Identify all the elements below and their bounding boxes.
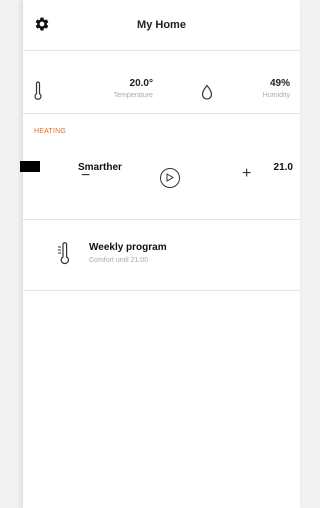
increase-temperature-button[interactable]: +	[242, 165, 251, 183]
sensor-panel: 20.0° Temperature 49% Humidity	[23, 51, 300, 114]
temperature-label: Temperature	[113, 92, 153, 99]
heating-section-label: HEATING	[34, 128, 66, 135]
thermometer-icon	[34, 81, 42, 100]
divider	[23, 219, 300, 220]
program-subtitle: Comfort until 21:00	[89, 257, 149, 264]
page-title: My Home	[137, 19, 186, 31]
program-title: Weekly program	[89, 242, 167, 253]
thermostat-program-icon	[58, 242, 69, 265]
humidity-label: Humidity	[262, 92, 290, 99]
weekly-program-row[interactable]: Weekly program Comfort until 21:00	[23, 238, 300, 272]
decrease-temperature-button[interactable]: −	[81, 167, 90, 185]
mode-play-button[interactable]	[160, 168, 180, 188]
humidity-value: 49%	[269, 78, 290, 89]
play-icon	[166, 173, 174, 182]
temperature-value: 20.0°	[129, 78, 153, 89]
device-color-swatch	[20, 161, 40, 172]
app-screen: My Home 20.0° Temperature 49% Humidity H…	[20, 0, 300, 508]
top-bar: My Home	[23, 0, 300, 51]
divider	[23, 290, 300, 291]
device-temperature: 21.0	[273, 162, 293, 173]
